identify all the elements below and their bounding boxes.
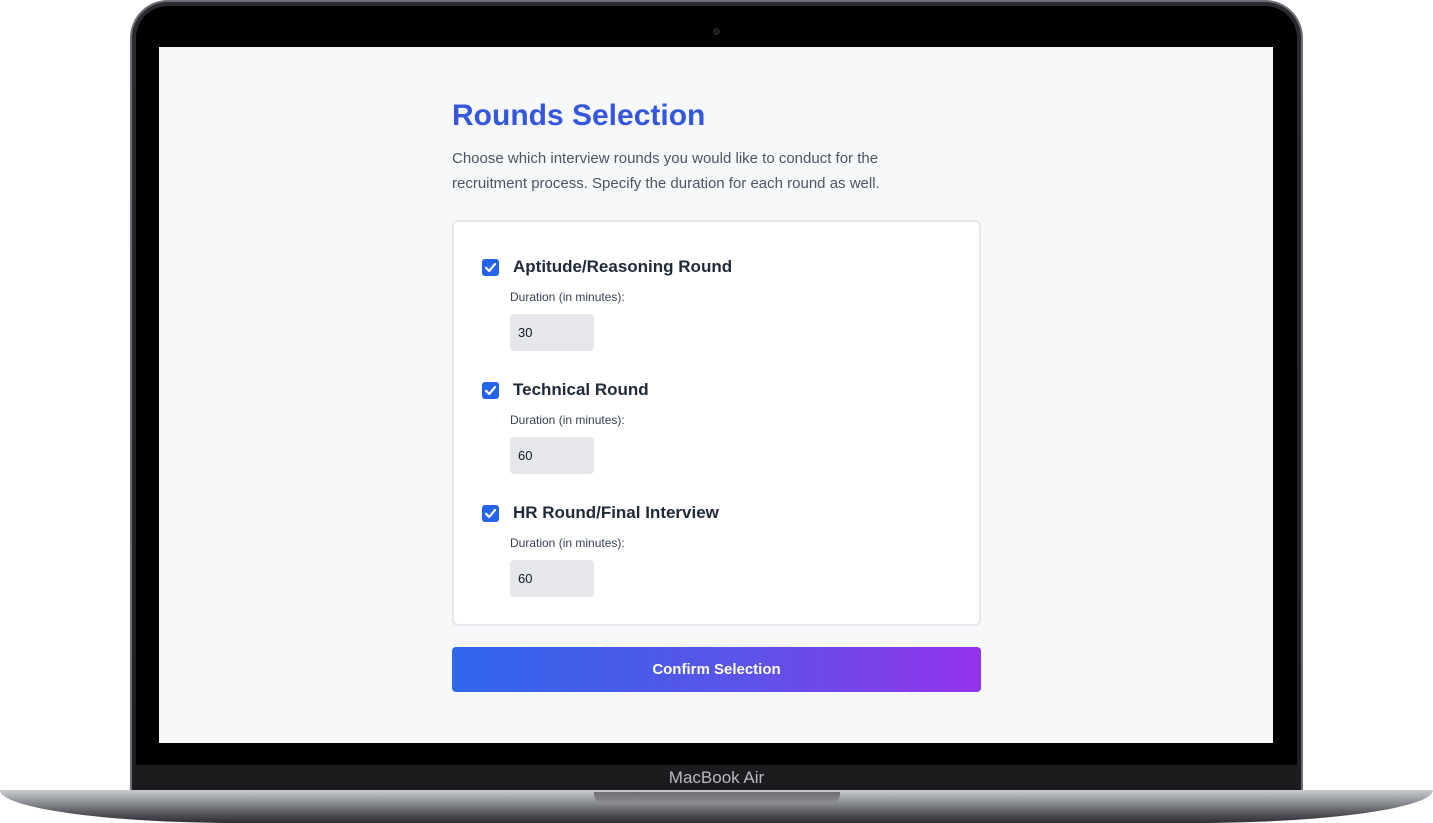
confirm-selection-button[interactable]: Confirm Selection (452, 647, 981, 692)
duration-label: Duration (in minutes): (510, 290, 625, 304)
camera-icon (713, 28, 720, 35)
hr-duration-input[interactable] (510, 560, 594, 597)
app-screen: Rounds Selection Choose which interview … (159, 47, 1273, 743)
laptop-hinge-notch (594, 792, 840, 804)
check-icon (484, 262, 497, 272)
aptitude-duration-input[interactable] (510, 314, 594, 351)
duration-label: Duration (in minutes): (510, 536, 625, 550)
device-brand-label: MacBook Air (668, 768, 765, 787)
check-icon (484, 385, 497, 395)
page-description: Choose which interview rounds you would … (452, 150, 880, 192)
check-icon (484, 508, 497, 518)
round-label: Aptitude/Reasoning Round (513, 257, 733, 276)
round-header[interactable]: Aptitude/Reasoning Round (482, 256, 732, 278)
round-header[interactable]: HR Round/Final Interview (482, 502, 719, 524)
page-title: Rounds Selection (452, 99, 706, 132)
rounds-card: Aptitude/Reasoning Round Duration (in mi… (452, 220, 981, 626)
round-label: HR Round/Final Interview (513, 503, 719, 522)
round-label: Technical Round (513, 380, 649, 399)
duration-label: Duration (in minutes): (510, 413, 625, 427)
technical-checkbox[interactable] (482, 381, 499, 399)
hr-checkbox[interactable] (482, 504, 499, 522)
round-header[interactable]: Technical Round (482, 379, 649, 401)
laptop-frame: Rounds Selection Choose which interview … (0, 0, 1433, 823)
technical-duration-input[interactable] (510, 437, 594, 474)
aptitude-checkbox[interactable] (482, 258, 499, 276)
